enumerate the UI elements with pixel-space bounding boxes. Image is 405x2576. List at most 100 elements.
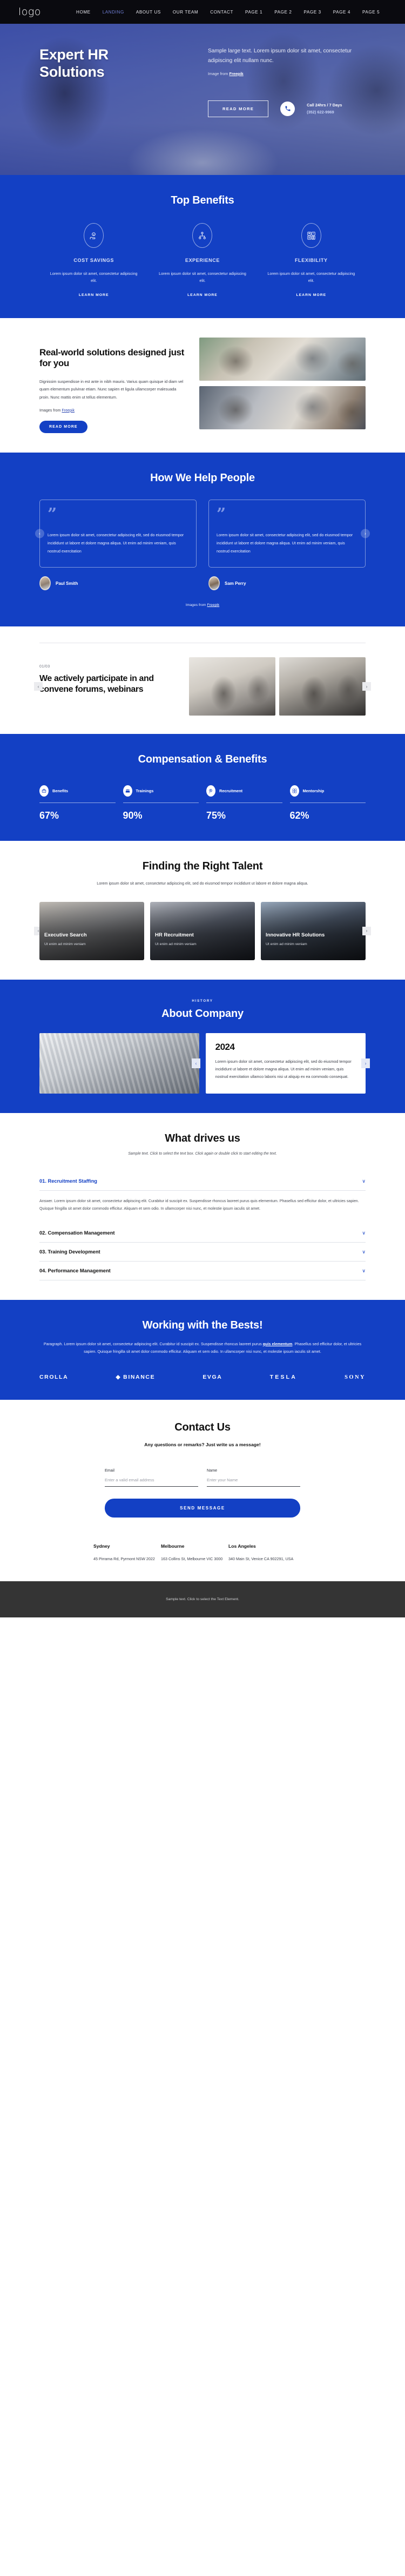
call-number[interactable]: (352) 622-9969	[307, 109, 342, 116]
real-world-images	[199, 337, 366, 429]
nav-item-page-4[interactable]: PAGE 4	[327, 8, 356, 17]
accordion-header[interactable]: 02. Compensation Management ∨	[39, 1224, 366, 1242]
nav-item-our-team[interactable]: OUR TEAM	[167, 8, 204, 17]
benefit-learn-more-link[interactable]: LEARN MORE	[187, 293, 218, 297]
office-address: 163 Collins St, Melbourne VIC 3000	[161, 1556, 223, 1562]
talent-card[interactable]: Innovative HR Solutions Ut enim ad minim…	[261, 901, 366, 960]
top-benefits-section: Top Benefits $ COST SAVINGS Lorem ipsum …	[0, 175, 405, 318]
chevron-down-icon[interactable]: ∨	[362, 1178, 366, 1184]
accordion: 01. Recruitment Staffing ∨ Answer. Lorem…	[39, 1172, 366, 1280]
chevron-down-icon[interactable]: ∨	[362, 1230, 366, 1236]
hero-read-more-button[interactable]: READ MORE	[208, 100, 269, 117]
team-photo-2	[199, 386, 366, 429]
talent-card[interactable]: Executive Search Ut enim ad minim veniam	[39, 901, 144, 960]
name-label: Name	[207, 1468, 218, 1473]
brand-logo-tesla: TESLA	[269, 1374, 298, 1381]
accordion-item-training-development: 03. Training Development ∨	[39, 1243, 366, 1262]
hero-credit-link[interactable]: Freepik	[229, 71, 243, 76]
brands-paragraph-link[interactable]: quis elementum	[263, 1341, 293, 1346]
talent-subtitle: Lorem ipsum dolor sit amet, consectetur …	[97, 881, 308, 886]
benefit-card-experience: EXPERIENCE Lorem ipsum dolor sit amet, c…	[148, 223, 256, 299]
search-person-icon	[206, 785, 215, 797]
team-photo-1	[199, 337, 366, 381]
stat-label: Mentorship	[302, 788, 325, 794]
nav-item-page-5[interactable]: PAGE 5	[356, 8, 386, 17]
about-carousel: ‹ 2024 Lorem ipsum dolor sit amet, conse…	[39, 1033, 370, 1094]
quote-icon: ”	[217, 504, 226, 524]
benefit-card-cost-savings: $ COST SAVINGS Lorem ipsum dolor sit ame…	[39, 223, 148, 299]
drives-subtitle: Sample text. Click to select the text bo…	[128, 1151, 277, 1156]
hero-title: Expert HR Solutions	[39, 46, 202, 81]
name-input[interactable]	[207, 1473, 300, 1487]
svg-text:$: $	[93, 233, 94, 235]
top-benefits-title: Top Benefits	[171, 194, 234, 206]
testimonial-prev-arrow[interactable]: ‹	[35, 529, 44, 538]
accordion-title: 02. Compensation Management	[39, 1230, 115, 1236]
nav-item-page-3[interactable]: PAGE 3	[298, 8, 327, 17]
office-los-angeles: Los Angeles 340 Main St, Venice CA 90229…	[228, 1543, 296, 1563]
nav-item-home[interactable]: HOME	[70, 8, 97, 17]
real-world-heading: Real-world solutions designed just for y…	[39, 347, 184, 369]
chevron-down-icon[interactable]: ∨	[362, 1268, 366, 1274]
quote-icon: ”	[48, 504, 57, 524]
forums-left: 01/03 We actively participate in and con…	[39, 657, 178, 695]
testimonial-author: Sam Perry	[208, 576, 366, 591]
testimonial-card: ” Lorem ipsum dolor sit amet, consectetu…	[208, 499, 366, 568]
footer-text: Sample text. Click to select the Text El…	[166, 1597, 239, 1602]
talent-card-title: Executive Search	[44, 932, 87, 938]
nav-item-page-1[interactable]: PAGE 1	[239, 8, 268, 17]
nav-item-about-us[interactable]: ABOUT US	[130, 8, 167, 17]
org-chart-icon	[192, 223, 213, 248]
nav-links: HOME LANDING ABOUT US OUR TEAM CONTACT P…	[70, 8, 386, 17]
testimonial-author: Paul Smith	[39, 576, 197, 591]
stat-label: Recruitment	[219, 788, 243, 794]
real-world-section: Real-world solutions designed just for y…	[0, 318, 405, 453]
stat-value: 62%	[289, 810, 309, 821]
benefit-desc: Lorem ipsum dolor sit amet, consectetur …	[159, 271, 246, 284]
credit-link[interactable]: Freepik	[207, 603, 220, 607]
credit-link[interactable]: Freepik	[62, 408, 75, 413]
talent-card-desc: Ut enim ad minim veniam	[266, 942, 307, 946]
forum-next-arrow[interactable]: ›	[362, 682, 371, 691]
about-card: 2024 Lorem ipsum dolor sit amet, consect…	[205, 1033, 366, 1094]
talent-carousel: ‹ Executive Search Ut enim ad minim veni…	[34, 901, 371, 960]
talent-card[interactable]: HR Recruitment Ut enim ad minim veniam	[150, 901, 255, 960]
nav-item-page-2[interactable]: PAGE 2	[268, 8, 298, 17]
forum-heading: We actively participate in and convene f…	[39, 674, 154, 694]
email-input[interactable]	[105, 1473, 198, 1487]
nav-item-contact[interactable]: CONTACT	[204, 8, 239, 17]
chevron-down-icon[interactable]: ∨	[362, 1249, 366, 1255]
talent-card-desc: Ut enim ad minim veniam	[44, 942, 86, 946]
forum-slide-counter: 01/03	[39, 665, 50, 669]
call-label: Call 24hrs / 7 Days	[307, 102, 342, 107]
brands-paragraph: Paragraph. Lorem ipsum dolor sit amet, c…	[39, 1340, 366, 1356]
testimonials-title: How We Help People	[150, 471, 255, 484]
talent-card-title: HR Recruitment	[155, 932, 194, 938]
about-prev-arrow[interactable]: ‹	[192, 1058, 200, 1068]
testimonials-carousel: ‹ ” Lorem ipsum dolor sit amet, consecte…	[35, 499, 370, 568]
brands-paragraph-part-1: Paragraph. Lorem ipsum dolor sit amet, c…	[43, 1341, 263, 1346]
stat-label: Benefits	[52, 788, 69, 794]
hero-section: Expert HR Solutions Sample large text. L…	[0, 24, 405, 175]
talent-title: Finding the Right Talent	[142, 860, 263, 873]
stat-benefits: Benefits 67%	[39, 785, 116, 821]
hero-right: Sample large text. Lorem ipsum dolor sit…	[202, 46, 366, 81]
about-next-arrow[interactable]: ›	[361, 1058, 370, 1068]
nav-item-landing[interactable]: LANDING	[97, 8, 130, 17]
site-logo[interactable]: logo	[18, 6, 70, 18]
forums-section: ‹ 01/03 We actively participate in and c…	[0, 626, 405, 734]
accordion-header[interactable]: 03. Training Development ∨	[39, 1243, 366, 1261]
forum-prev-arrow[interactable]: ‹	[34, 682, 43, 691]
binance-diamond-icon: ◆	[116, 1374, 122, 1381]
talent-next-arrow[interactable]: ›	[362, 926, 371, 935]
benefit-learn-more-link[interactable]: LEARN MORE	[296, 293, 326, 297]
talent-section: Finding the Right Talent Lorem ipsum dol…	[0, 841, 405, 980]
send-message-button[interactable]: SEND MESSAGE	[105, 1499, 300, 1518]
accordion-header[interactable]: 04. Performance Management ∨	[39, 1262, 366, 1280]
testimonial-next-arrow[interactable]: ›	[361, 529, 370, 538]
accordion-header[interactable]: 01. Recruitment Staffing ∨	[39, 1172, 366, 1190]
hero-subtitle: Sample large text. Lorem ipsum dolor sit…	[208, 48, 352, 64]
testimonials-section: How We Help People ‹ ” Lorem ipsum dolor…	[0, 452, 405, 627]
real-world-read-more-button[interactable]: READ MORE	[39, 420, 87, 433]
benefit-learn-more-link[interactable]: LEARN MORE	[79, 293, 109, 297]
